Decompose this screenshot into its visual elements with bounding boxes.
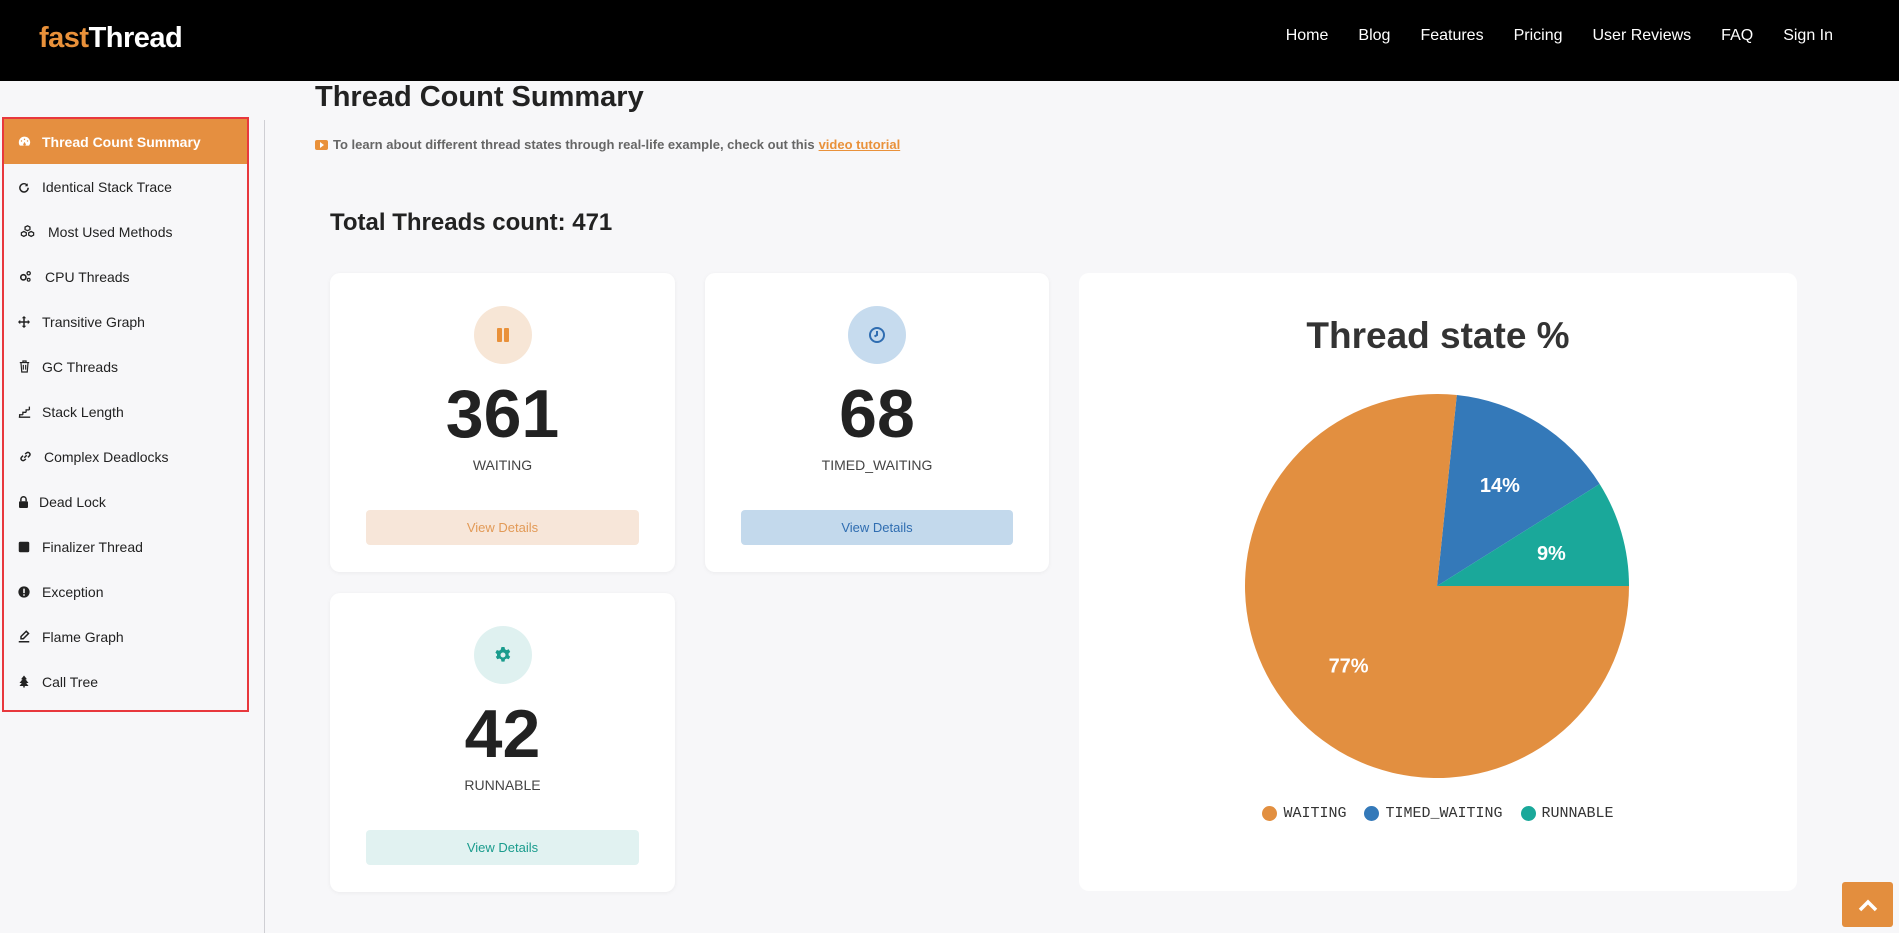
pencil-icon	[16, 629, 32, 645]
main-nav: Home Blog Features Pricing User Reviews …	[1286, 27, 1833, 45]
sidebar-item-complex-deadlocks[interactable]: Complex Deadlocks	[4, 434, 247, 479]
legend-item-timed-waiting[interactable]: TIMED_WAITING	[1364, 805, 1503, 822]
pie-label-runnable: 9%	[1537, 543, 1566, 565]
sidebar-item-gc-threads[interactable]: GC Threads	[4, 344, 247, 389]
runnable-view-details-button[interactable]: View Details	[366, 830, 639, 865]
video-tutorial-link[interactable]: video tutorial	[819, 137, 901, 152]
thread-state-pie-chart: 14% 9% 77%	[1245, 394, 1629, 778]
lock-icon	[15, 494, 31, 510]
cubes-icon	[19, 224, 35, 240]
sidebar-item-finalizer-thread[interactable]: Finalizer Thread	[4, 524, 247, 569]
nav-sign-in[interactable]: Sign In	[1783, 27, 1833, 45]
stop-icon	[16, 539, 32, 555]
sidebar-item-label: CPU Threads	[45, 268, 130, 285]
sidebar-item-transitive-graph[interactable]: Transitive Graph	[4, 299, 247, 344]
nav-features[interactable]: Features	[1420, 27, 1483, 45]
sidebar-item-cpu-threads[interactable]: CPU Threads	[4, 254, 247, 299]
sidebar-item-thread-count-summary[interactable]: Thread Count Summary	[4, 119, 247, 164]
legend-item-runnable[interactable]: RUNNABLE	[1520, 805, 1614, 822]
logo-fast: fast	[39, 22, 89, 54]
tree-icon	[16, 674, 32, 690]
pause-icon	[473, 306, 532, 364]
legend-item-waiting[interactable]: WAITING	[1262, 805, 1346, 822]
sidebar-item-label: Complex Deadlocks	[44, 448, 169, 465]
sidebar-item-most-used-methods[interactable]: Most Used Methods	[4, 209, 247, 254]
sidebar-divider	[264, 120, 265, 933]
nav-home[interactable]: Home	[1286, 27, 1329, 45]
nav-pricing[interactable]: Pricing	[1514, 27, 1563, 45]
cogs-icon	[17, 269, 33, 285]
timed-waiting-card: 68 TIMED_WAITING View Details	[705, 273, 1049, 572]
trash-icon	[16, 359, 32, 375]
sidebar: Thread Count Summary Identical Stack Tra…	[2, 117, 249, 712]
clock-icon	[848, 306, 906, 364]
waiting-label: WAITING	[472, 457, 533, 473]
waiting-card: 361 WAITING View Details	[330, 273, 675, 572]
scroll-to-top-button[interactable]	[1842, 882, 1893, 927]
pie-label-timed-waiting: 14%	[1480, 475, 1520, 497]
legend-label: WAITING	[1283, 805, 1347, 822]
logo[interactable]: fastThread	[39, 22, 183, 55]
tutorial-note: To learn about different thread states t…	[315, 137, 900, 152]
timed-waiting-view-details-button[interactable]: View Details	[741, 510, 1013, 545]
sidebar-item-dead-lock[interactable]: Dead Lock	[4, 479, 247, 524]
tutorial-text: To learn about different thread states t…	[333, 137, 815, 152]
nav-faq[interactable]: FAQ	[1721, 27, 1753, 45]
timed-waiting-label: TIMED_WAITING	[821, 457, 933, 473]
total-threads-count: Total Threads count: 471	[330, 209, 613, 236]
legend-swatch	[1364, 806, 1380, 821]
sidebar-item-label: Dead Lock	[39, 493, 106, 510]
chart-legend: WAITING TIMED_WAITING RUNNABLE	[1079, 805, 1797, 822]
link-icon	[17, 449, 33, 465]
logo-thread: Thread	[88, 22, 183, 54]
top-navbar: fastThread Home Blog Features Pricing Us…	[0, 0, 1899, 81]
sidebar-item-label: Finalizer Thread	[42, 538, 143, 555]
gear-icon	[473, 626, 532, 684]
sidebar-item-label: Thread Count Summary	[42, 133, 201, 150]
stairs-icon	[16, 404, 32, 420]
sidebar-item-flame-graph[interactable]: Flame Graph	[4, 614, 247, 659]
dashboard-icon	[16, 134, 32, 150]
video-play-icon	[315, 139, 328, 150]
sidebar-item-label: Most Used Methods	[48, 223, 173, 240]
sidebar-item-label: Stack Length	[42, 403, 124, 420]
sidebar-item-exception[interactable]: Exception	[4, 569, 247, 614]
waiting-count: 361	[445, 376, 560, 452]
legend-label: RUNNABLE	[1541, 805, 1614, 822]
legend-swatch	[1262, 806, 1278, 821]
thread-state-chart-card: Thread state % 14% 9% 77% WAITING TIMED_WA…	[1079, 273, 1797, 891]
sidebar-item-label: Flame Graph	[42, 628, 124, 645]
pie-label-waiting: 77%	[1329, 656, 1369, 678]
nav-user-reviews[interactable]: User Reviews	[1592, 27, 1691, 45]
nav-blog[interactable]: Blog	[1358, 27, 1390, 45]
sidebar-item-stack-length[interactable]: Stack Length	[4, 389, 247, 434]
sidebar-item-label: Identical Stack Trace	[42, 178, 172, 195]
runnable-count: 42	[464, 696, 541, 772]
runnable-card: 42 RUNNABLE View Details	[330, 593, 675, 892]
legend-swatch	[1520, 806, 1536, 821]
page-title: Thread Count Summary	[315, 81, 644, 113]
waiting-view-details-button[interactable]: View Details	[366, 510, 639, 545]
refresh-icon	[16, 179, 32, 195]
timed-waiting-count: 68	[839, 376, 915, 452]
sidebar-item-call-tree[interactable]: Call Tree	[4, 659, 247, 704]
exclamation-icon	[16, 584, 32, 600]
sidebar-item-label: Transitive Graph	[42, 313, 145, 330]
arrows-icon	[16, 314, 32, 330]
chevron-up-icon	[1858, 899, 1877, 911]
sidebar-item-label: Exception	[42, 583, 104, 600]
sidebar-item-identical-stack-trace[interactable]: Identical Stack Trace	[4, 164, 247, 209]
runnable-label: RUNNABLE	[464, 777, 541, 793]
sidebar-item-label: Call Tree	[42, 673, 99, 690]
sidebar-item-label: GC Threads	[42, 358, 118, 375]
legend-label: TIMED_WAITING	[1385, 805, 1503, 822]
